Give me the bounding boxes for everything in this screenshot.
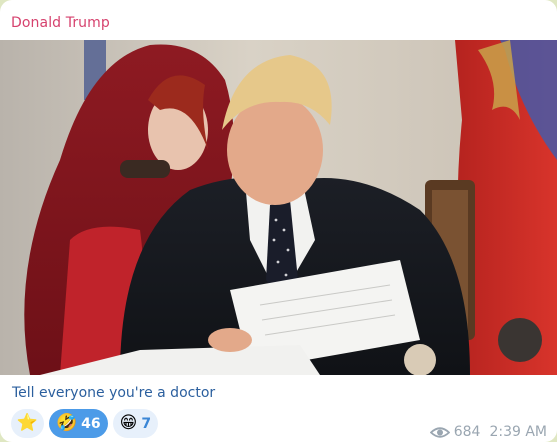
message-photo[interactable] (0, 40, 557, 375)
reaction-rofl[interactable]: 🤣 46 (49, 409, 108, 438)
message-bubble: Donald Trump Tell everyone you're a doct… (0, 0, 557, 442)
message-meta: 684 2:39 AM (429, 424, 547, 440)
reaction-grin[interactable]: 😁 7 (112, 409, 159, 438)
reaction-star[interactable]: ⭐ (11, 409, 44, 438)
reaction-count: 46 (81, 415, 101, 432)
rofl-reaction-icon: 🤣 (56, 413, 78, 433)
reaction-count: 7 (141, 415, 152, 432)
reactions-bar: ⭐ 🤣 46 😁 7 (11, 409, 159, 438)
view-count: 684 (453, 424, 481, 440)
message-time: 2:39 AM (489, 424, 547, 440)
star-reaction-icon: ⭐ (16, 413, 39, 433)
photo-illustration (0, 40, 557, 375)
grin-reaction-icon: 😁 (119, 413, 138, 433)
sender-name[interactable]: Donald Trump (11, 15, 110, 31)
eye-icon (429, 426, 450, 438)
message-caption: Tell everyone you're a doctor (12, 385, 216, 401)
